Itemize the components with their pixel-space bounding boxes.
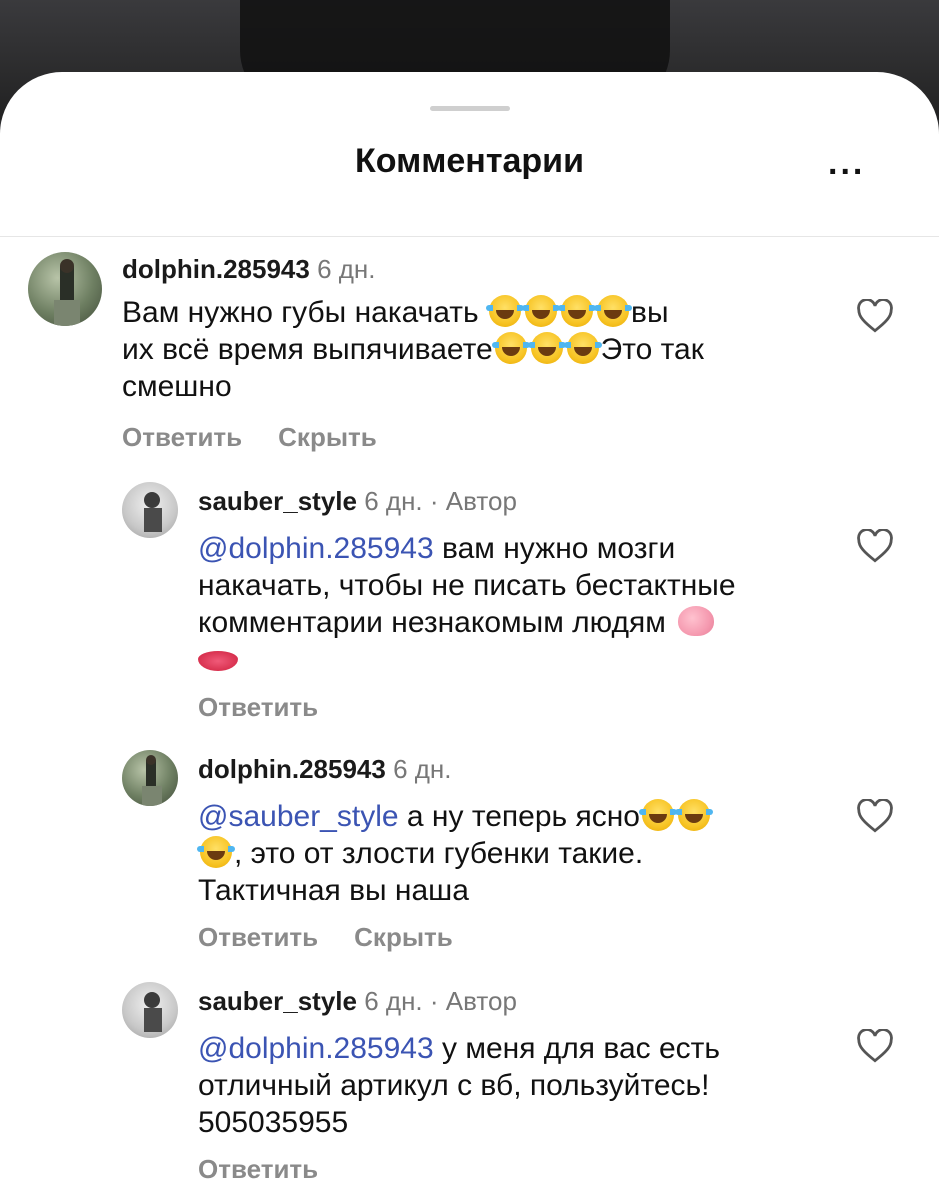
separator-dot: · <box>429 486 439 516</box>
avatar-photo <box>142 755 162 806</box>
comment-text: @dolphin.285943 вам нужно мозги накачать… <box>198 530 838 678</box>
avatar-photo <box>144 992 162 1032</box>
comment-actions: Ответить <box>198 1154 354 1185</box>
header-divider <box>0 236 939 237</box>
laughing-emoji-icon <box>563 332 602 364</box>
comments-sheet: Комментарии ... dolphin.285943 6 дн. Вам… <box>0 72 939 1200</box>
reply-button[interactable]: Ответить <box>198 692 318 722</box>
more-dots-icon[interactable]: ... <box>828 144 865 183</box>
comment-actions: Ответить Скрыть <box>122 422 413 453</box>
author-badge: Автор <box>445 986 517 1016</box>
comment-text: @sauber_style а ну теперь ясно , это от … <box>197 798 838 909</box>
reply-button[interactable]: Ответить <box>198 1154 318 1184</box>
laughing-emoji-icon <box>486 295 524 327</box>
laughing-emoji-icon <box>558 295 596 327</box>
comment-meta: dolphin.285943 6 дн. <box>122 254 376 285</box>
reply-button[interactable]: Ответить <box>122 422 242 452</box>
username[interactable]: sauber_style <box>198 486 357 516</box>
text-segment: 505035955 <box>198 1106 349 1139</box>
reply-button[interactable]: Ответить <box>198 922 318 952</box>
author-badge: Автор <box>445 486 517 516</box>
text-segment: смешно <box>122 370 232 403</box>
username[interactable]: dolphin.285943 <box>198 754 386 784</box>
sheet-grabber[interactable] <box>430 106 510 111</box>
username[interactable]: sauber_style <box>198 986 357 1016</box>
avatar-photo <box>54 259 80 326</box>
reply-comment: dolphin.285943 6 дн. @sauber_style а ну … <box>122 750 922 953</box>
comment-meta: sauber_style 6 дн. · Автор <box>198 486 517 517</box>
sheet-title: Комментарии <box>355 142 584 180</box>
username[interactable]: dolphin.285943 <box>122 254 310 284</box>
text-segment: Тактичная вы наша <box>198 874 469 907</box>
comment-actions: Ответить <box>198 692 354 723</box>
text-segment: а ну теперь ясно <box>398 800 640 833</box>
comment-meta: sauber_style 6 дн. · Автор <box>198 986 517 1017</box>
text-segment: отличный артикул с вб, пользуйтесь! <box>198 1069 710 1102</box>
heart-outline-icon[interactable] <box>856 529 894 563</box>
text-segment: Вам нужно губы накачать <box>122 296 487 329</box>
laughing-emoji-icon <box>197 836 235 868</box>
separator-dot: · <box>429 986 439 1016</box>
laughing-emoji-icon <box>491 332 530 364</box>
text-segment: вам нужно мозги <box>433 532 676 565</box>
timestamp: 6 дн. <box>364 486 423 516</box>
lips-emoji-icon <box>198 651 238 671</box>
laughing-emoji-icon <box>674 799 713 831</box>
comment-text: Вам нужно губы накачать вы их всё время … <box>122 294 842 405</box>
mention-link[interactable]: @sauber_style <box>198 800 399 833</box>
text-segment: комментарии незнакомым людям <box>198 606 675 639</box>
text-segment: накачать, чтобы не писать бестактные <box>198 569 736 602</box>
comment-text: @dolphin.285943 у меня для вас есть отли… <box>198 1030 838 1141</box>
comment-actions: Ответить Скрыть <box>198 922 489 953</box>
avatar[interactable] <box>122 750 178 806</box>
reply-comment: sauber_style 6 дн. · Автор @dolphin.2859… <box>122 482 922 722</box>
laughing-emoji-icon <box>527 332 566 364</box>
timestamp: 6 дн. <box>317 254 376 284</box>
laughing-emoji-icon <box>522 295 560 327</box>
mention-link[interactable]: @dolphin.285943 <box>198 1032 434 1065</box>
text-segment: вы <box>631 296 669 329</box>
avatar[interactable] <box>122 982 178 1038</box>
text-segment: их всё время выпячиваете <box>122 333 493 366</box>
mention-link[interactable]: @dolphin.285943 <box>198 532 434 565</box>
reply-comment: sauber_style 6 дн. · Автор @dolphin.2859… <box>122 982 922 1192</box>
text-segment: , это от злости губенки такие. <box>234 837 644 870</box>
heart-outline-icon[interactable] <box>856 799 894 833</box>
avatar-photo <box>144 492 162 532</box>
heart-outline-icon[interactable] <box>856 1029 894 1063</box>
timestamp: 6 дн. <box>393 754 452 784</box>
avatar[interactable] <box>122 482 178 538</box>
comment-meta: dolphin.285943 6 дн. <box>198 754 452 785</box>
brain-emoji-icon <box>678 606 715 636</box>
comment: dolphin.285943 6 дн. Вам нужно губы нака… <box>28 252 918 452</box>
laughing-emoji-icon <box>638 799 677 831</box>
hide-button[interactable]: Скрыть <box>354 922 453 952</box>
text-segment: Это так <box>600 333 704 366</box>
avatar[interactable] <box>28 252 102 326</box>
text-segment: у меня для вас есть <box>433 1032 721 1065</box>
hide-button[interactable]: Скрыть <box>278 422 377 452</box>
timestamp: 6 дн. <box>364 986 423 1016</box>
heart-outline-icon[interactable] <box>856 299 894 333</box>
laughing-emoji-icon <box>594 295 632 327</box>
